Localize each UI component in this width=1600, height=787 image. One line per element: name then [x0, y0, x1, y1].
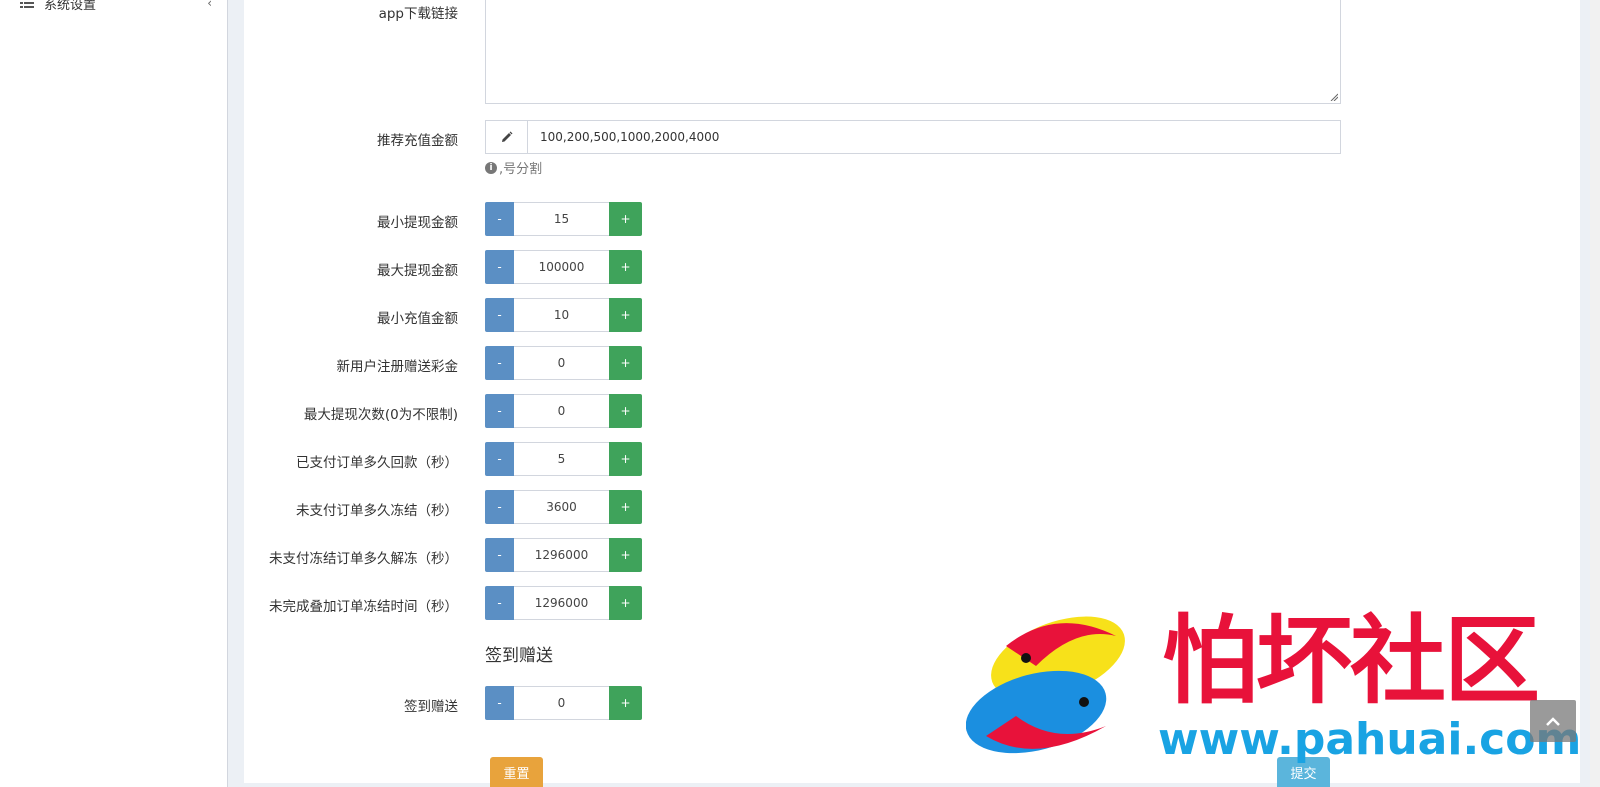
sidebar-item-system-settings[interactable]: 系统设置 ‹ — [0, 0, 228, 16]
stepper-label: 未支付冻结订单多久解冻（秒） — [269, 551, 458, 567]
max-withdraw-times-stepper: - + — [485, 394, 642, 428]
min-withdraw-stepper: - + — [485, 202, 642, 236]
stepper-label: 新用户注册赠送彩金 — [336, 359, 459, 375]
chevron-left-icon: ‹ — [207, 0, 212, 10]
stepper-input[interactable] — [514, 394, 609, 428]
list-icon — [20, 0, 34, 9]
sidebar-item-label: 系统设置 — [44, 0, 97, 13]
resize-grip-icon[interactable] — [1330, 93, 1338, 101]
stepper-label: 未支付订单多久冻结（秒） — [296, 503, 458, 519]
reset-button[interactable]: 重置 — [490, 757, 543, 787]
scrollbar[interactable] — [1590, 0, 1600, 787]
info-icon: i — [485, 161, 497, 174]
increment-button[interactable]: + — [609, 394, 642, 428]
increment-button[interactable]: + — [609, 490, 642, 524]
stepper-label: 签到赠送 — [404, 699, 458, 715]
chevron-up-icon — [1546, 717, 1560, 726]
decrement-button[interactable]: - — [485, 250, 514, 284]
stepper-input[interactable] — [514, 442, 609, 476]
stepper-label: 未完成叠加订单冻结时间（秒） — [269, 599, 458, 615]
submit-button[interactable]: 提交 — [1277, 757, 1330, 787]
stepper-label: 最大提现金额 — [377, 263, 458, 279]
recommend-label: 推荐充值金额 — [377, 133, 458, 149]
register-bonus-stepper: - + — [485, 346, 642, 380]
decrement-button[interactable]: - — [485, 202, 514, 236]
stepper-input[interactable] — [514, 298, 609, 332]
pencil-icon — [486, 121, 528, 153]
stepper-label: 最大提现次数(0为不限制) — [303, 407, 458, 423]
app-link-label: app下载链接 — [378, 6, 458, 22]
stepper-label: 最小提现金额 — [377, 215, 458, 231]
recommend-input-group — [485, 120, 1341, 154]
stepper-input[interactable] — [514, 250, 609, 284]
increment-button[interactable]: + — [609, 250, 642, 284]
stepper-input[interactable] — [514, 346, 609, 380]
increment-button[interactable]: + — [609, 538, 642, 572]
stack-freeze-stepper: - + — [485, 586, 642, 620]
decrement-button[interactable]: - — [485, 490, 514, 524]
stepper-label: 最小充值金额 — [377, 311, 458, 327]
back-to-top-button[interactable] — [1530, 700, 1576, 742]
section-title-signin: 签到赠送 — [485, 646, 553, 666]
recommend-help-text: ,号分割 — [499, 162, 543, 177]
unfreeze-stepper: - + — [485, 538, 642, 572]
decrement-button[interactable]: - — [485, 442, 514, 476]
recommend-help: i ,号分割 — [485, 158, 542, 177]
stepper-label: 已支付订单多久回款（秒） — [296, 455, 458, 471]
decrement-button[interactable]: - — [485, 538, 514, 572]
stepper-input[interactable] — [514, 202, 609, 236]
decrement-button[interactable]: - — [485, 346, 514, 380]
decrement-button[interactable]: - — [485, 298, 514, 332]
recommend-input[interactable] — [528, 121, 1340, 153]
increment-button[interactable]: + — [609, 346, 642, 380]
increment-button[interactable]: + — [609, 442, 642, 476]
increment-button[interactable]: + — [609, 586, 642, 620]
increment-button[interactable]: + — [609, 202, 642, 236]
increment-button[interactable]: + — [609, 298, 642, 332]
increment-button[interactable]: + — [609, 686, 642, 720]
unpaid-freeze-stepper: - + — [485, 490, 642, 524]
min-recharge-stepper: - + — [485, 298, 642, 332]
decrement-button[interactable]: - — [485, 686, 514, 720]
app-link-textarea[interactable] — [485, 0, 1341, 104]
stepper-input[interactable] — [514, 686, 609, 720]
signin-stepper: - + — [485, 686, 642, 720]
max-withdraw-stepper: - + — [485, 250, 642, 284]
stepper-input[interactable] — [514, 490, 609, 524]
stepper-input[interactable] — [514, 586, 609, 620]
stepper-input[interactable] — [514, 538, 609, 572]
decrement-button[interactable]: - — [485, 394, 514, 428]
sidebar: 系统设置 ‹ — [0, 0, 228, 787]
main-content: app下载链接 推荐充值金额 i ,号分割 最小提现金额 - + 最大提现金额 … — [244, 0, 1580, 787]
paid-refund-stepper: - + — [485, 442, 642, 476]
decrement-button[interactable]: - — [485, 586, 514, 620]
